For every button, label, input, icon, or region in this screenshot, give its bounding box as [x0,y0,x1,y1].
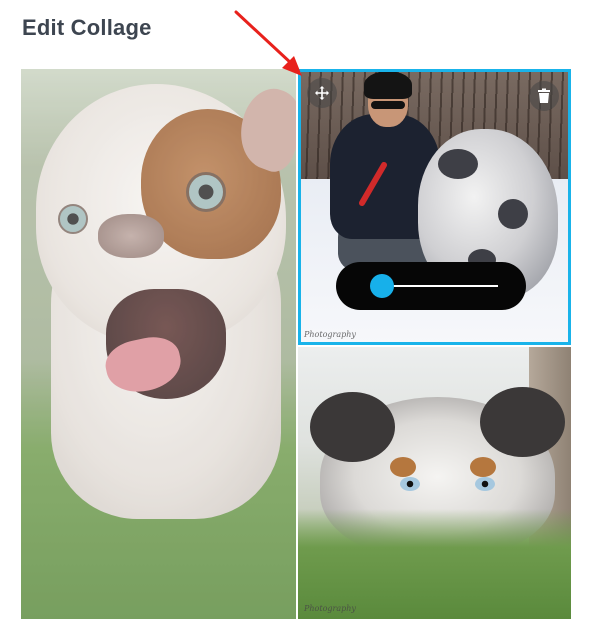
trash-icon [538,88,550,103]
collage-cell-aussie[interactable]: Photography [298,347,571,619]
photo-watermark: Photography [304,330,356,339]
zoom-slider[interactable] [336,262,526,310]
annotation-arrow-icon [234,10,302,76]
delete-button[interactable] [529,81,559,111]
collage-cell-bulldog[interactable] [21,69,296,619]
photo-watermark: Photography [304,604,356,613]
move-icon [315,86,329,100]
zoom-slider-handle[interactable] [370,274,395,298]
move-button[interactable] [307,78,337,108]
collage-canvas: Photography Photography [21,69,571,619]
zoom-slider-track [376,285,498,287]
page-title: Edit Collage [22,15,152,40]
collage-cell-man-with-puppy[interactable]: Photography [298,69,571,345]
